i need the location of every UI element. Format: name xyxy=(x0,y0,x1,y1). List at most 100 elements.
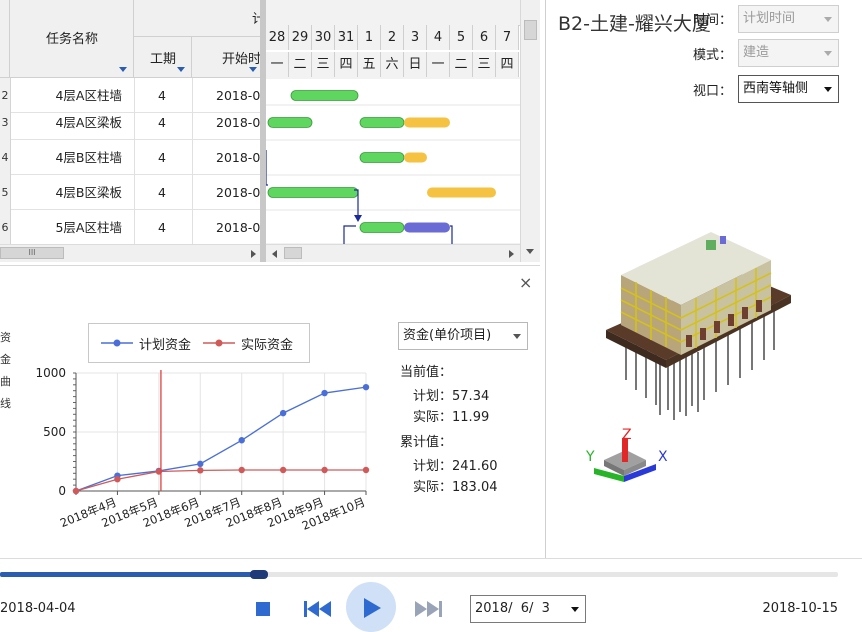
skip-forward-icon[interactable] xyxy=(412,599,444,619)
task-name-cell[interactable]: 5层A区柱墙 xyxy=(14,210,122,245)
chart-y-tick-label: 0 xyxy=(58,484,66,498)
task-duration-cell[interactable]: 4 xyxy=(134,140,190,175)
task-name-cell[interactable]: 4层B区梁板 xyxy=(14,175,122,210)
chevron-down-icon[interactable] xyxy=(824,51,832,56)
gantt-horizontal-scrollbar[interactable] xyxy=(266,244,520,262)
scroll-down-arrow-icon[interactable] xyxy=(526,249,534,254)
time-value: 计划时间 xyxy=(743,11,796,26)
table-row[interactable]: 5 4层B区梁板 4 2018-05 xyxy=(0,175,262,210)
gantt-bar-actual xyxy=(359,117,405,128)
gantt-bar-actual xyxy=(359,152,405,163)
row-number: 3 xyxy=(0,105,11,140)
close-icon[interactable]: × xyxy=(519,273,532,292)
task-duration-cell[interactable]: 4 xyxy=(134,105,190,140)
gantt-vertical-scrollbar[interactable] xyxy=(520,0,540,262)
row-number: 6 xyxy=(0,210,11,245)
table-row[interactable]: 3 4层A区梁板 4 2018-05 xyxy=(0,105,262,140)
current-plan-label: 计划： xyxy=(413,389,453,404)
gantt-bar-delay xyxy=(404,222,450,233)
task-start-cell[interactable]: 2018-05 xyxy=(196,175,262,210)
model-title: B2-土建-耀兴大厦 xyxy=(558,13,711,35)
scrollbar-thumb[interactable] xyxy=(284,247,302,259)
task-start-cell[interactable]: 2018-05 xyxy=(196,105,262,140)
model-viewer[interactable]: B2-土建-耀兴大厦 时间： 计划时间 模式： 建造 视口： 西南等轴侧 Z Y… xyxy=(545,0,862,558)
row-number: 5 xyxy=(0,175,11,210)
task-name-cell[interactable]: 4层A区梁板 xyxy=(14,105,122,140)
cumulative-plan-row: 计划：241.60 xyxy=(413,455,498,474)
gantt-bar-delay xyxy=(404,117,450,128)
sort-arrow-icon[interactable] xyxy=(249,67,257,72)
current-date-picker[interactable]: 2018/ 6/ 3 xyxy=(470,595,586,623)
current-actual-value: 11.99 xyxy=(452,410,490,425)
table-row[interactable]: 4 4层B区柱墙 4 2018-05 xyxy=(0,140,262,175)
column-group-header-plan: 计 xyxy=(134,0,262,37)
sort-arrow-icon[interactable] xyxy=(177,67,185,72)
timeline-start-date: 2018-04-04 xyxy=(0,601,76,616)
fund-type-value: 资金(单价项目) xyxy=(403,328,492,343)
building-model-render[interactable] xyxy=(596,220,796,420)
chevron-down-icon[interactable] xyxy=(824,17,832,22)
scroll-right-arrow-icon[interactable] xyxy=(509,250,514,258)
play-button[interactable] xyxy=(346,582,396,632)
chevron-down-icon[interactable] xyxy=(571,607,579,612)
chart-data-point xyxy=(197,467,204,474)
timeline-end-date: 2018-10-15 xyxy=(762,601,838,616)
time-dropdown[interactable]: 计划时间 xyxy=(738,5,839,33)
scrollbar-thumb[interactable] xyxy=(524,20,537,40)
timeline-track[interactable] xyxy=(0,570,838,579)
cumulative-actual-row: 实际：183.04 xyxy=(413,476,498,495)
sort-arrow-icon[interactable] xyxy=(119,67,127,72)
view-dropdown[interactable]: 西南等轴侧 xyxy=(738,75,839,103)
fund-type-dropdown[interactable]: 资金(单价项目) xyxy=(398,322,528,350)
view-value: 西南等轴侧 xyxy=(743,81,809,96)
task-start-cell[interactable]: 2018-05 xyxy=(196,140,262,175)
fund-line-chart: 050010002018年4月2018年5月2018年6月2018年7月2018… xyxy=(35,366,370,533)
table-row[interactable]: 6 5层A区柱墙 4 2018-06 xyxy=(0,210,262,245)
scrollbar-thumb[interactable]: III xyxy=(0,247,64,259)
column-header-start[interactable]: 开始时 xyxy=(192,37,262,78)
task-duration-cell[interactable]: 4 xyxy=(134,210,190,245)
chevron-down-icon[interactable] xyxy=(824,87,832,92)
stop-icon[interactable] xyxy=(256,602,270,616)
row-number: 4 xyxy=(0,140,11,175)
cumulative-actual-value: 183.04 xyxy=(452,480,498,495)
current-actual-label: 实际： xyxy=(413,410,453,425)
mode-dropdown[interactable]: 建造 xyxy=(738,39,839,67)
mode-value: 建造 xyxy=(743,45,770,60)
current-value-title: 当前值： xyxy=(400,365,453,380)
task-start-cell[interactable]: 2018-06 xyxy=(196,210,262,245)
timeline-thumb[interactable] xyxy=(249,570,268,579)
axis-z-label: Z xyxy=(622,427,632,443)
cumulative-value-title: 累计值： xyxy=(400,435,453,450)
chart-data-point xyxy=(197,460,204,468)
play-icon[interactable] xyxy=(361,597,383,619)
task-name-cell[interactable]: 4层B区柱墙 xyxy=(14,140,122,175)
gantt-bar-actual xyxy=(267,117,313,128)
cumulative-plan-label: 计划： xyxy=(413,459,453,474)
cumulative-plan-value: 241.60 xyxy=(452,459,498,474)
current-plan-row: 计划：57.34 xyxy=(413,385,489,404)
timeline-progress xyxy=(0,572,260,577)
scroll-left-arrow-icon[interactable] xyxy=(272,250,277,258)
chart-data-point xyxy=(279,409,287,417)
gantt-chart: 28 29 30 31 1 2 3 4 5 6 7 一二三四五六日一二三四 xyxy=(266,0,520,262)
scroll-right-arrow-icon[interactable] xyxy=(251,250,256,258)
task-grid: 任务名称 计 工期 开始时 2 4层A区柱墙 4 2018-05 3 4层A区梁… xyxy=(0,0,262,262)
column-header-duration[interactable]: 工期 xyxy=(134,37,192,78)
gantt-bar-actual xyxy=(359,222,405,233)
current-date-value: 2018/ 6/ 3 xyxy=(475,601,550,616)
task-duration-cell[interactable]: 4 xyxy=(134,175,190,210)
axis-x-label: X xyxy=(658,449,668,465)
chart-data-point xyxy=(114,476,121,483)
skip-backward-icon[interactable] xyxy=(302,599,334,619)
column-header-start-label: 开始时 xyxy=(222,52,262,67)
current-plan-value: 57.34 xyxy=(452,389,490,404)
gantt-dependency-link xyxy=(343,225,356,244)
column-header-name[interactable]: 任务名称 xyxy=(10,0,134,78)
chart-y-tick-label: 1000 xyxy=(35,366,66,380)
view-label: 视口： xyxy=(693,84,733,99)
gantt-bars xyxy=(266,77,520,245)
chevron-down-icon[interactable] xyxy=(513,334,521,339)
grid-horizontal-scrollbar[interactable]: III xyxy=(0,244,262,262)
chart-data-point xyxy=(238,466,245,474)
